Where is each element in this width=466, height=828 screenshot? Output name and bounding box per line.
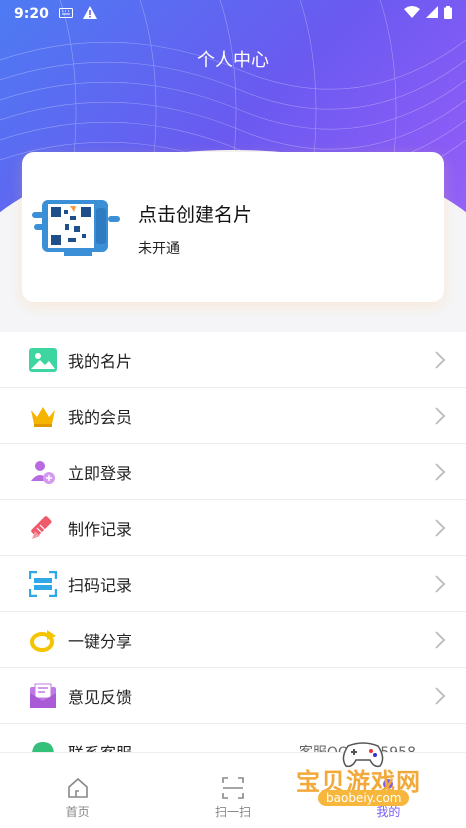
watermark-url: baobeiy.com [318,790,410,806]
tab-scan[interactable]: 扫一扫 [155,753,310,828]
signal-icon [426,6,438,22]
menu-item-label: 我的会员 [68,407,133,427]
picture-icon [28,345,58,375]
chevron-right-icon [435,575,446,593]
site-watermark: 宝贝游戏网 baobeiy.com [290,738,440,818]
warning-icon [82,5,97,23]
crown-icon [28,401,58,431]
chevron-right-icon [435,463,446,481]
status-time: 9:20 [14,6,49,22]
qr-card-illustration [32,194,124,258]
menu-item-label: 立即登录 [68,463,133,483]
user-add-icon [28,457,58,487]
scan-frame-icon [222,777,244,799]
keyboard-icon [58,6,73,22]
pencil-icon [28,513,58,543]
chevron-right-icon [435,407,446,425]
battery-icon [444,5,452,23]
chevron-right-icon [435,687,446,705]
menu-item-label: 制作记录 [68,519,133,539]
menu-item-label: 一键分享 [68,631,133,651]
tab-home[interactable]: 首页 [0,753,155,828]
tab-label: 扫一扫 [214,805,251,819]
menu-list: 我的名片 我的会员 立即登录 制作记录 扫码记录 一键分享 意见反馈 [0,332,466,752]
chevron-right-icon [435,519,446,537]
headset-icon [28,737,58,752]
share-icon [28,625,58,655]
card-status: 未开通 [138,241,180,257]
menu-item-label: 我的名片 [68,351,133,371]
menu-item-label: 意见反馈 [68,687,133,707]
menu-item-membership[interactable]: 我的会员 [0,388,466,444]
wifi-icon [404,6,420,22]
menu-item-scan-history[interactable]: 扫码记录 [0,556,466,612]
menu-item-feedback[interactable]: 意见反馈 [0,668,466,724]
envelope-icon [28,681,58,711]
menu-item-label: 联系客服 [68,740,132,753]
menu-item-share[interactable]: 一键分享 [0,612,466,668]
menu-item-login[interactable]: 立即登录 [0,444,466,500]
home-icon [67,777,88,798]
page-title: 个人中心 [197,50,269,71]
chevron-right-icon [435,351,446,369]
scan-icon [28,569,58,599]
tab-label: 首页 [65,805,90,819]
card-title: 点击创建名片 [138,204,253,226]
create-card-banner[interactable]: 点击创建名片 未开通 [22,152,444,302]
chevron-right-icon [435,631,446,649]
status-bar: 9:20 [0,0,466,28]
menu-item-make-history[interactable]: 制作记录 [0,500,466,556]
menu-item-label: 扫码记录 [68,575,133,595]
menu-item-my-card[interactable]: 我的名片 [0,332,466,388]
